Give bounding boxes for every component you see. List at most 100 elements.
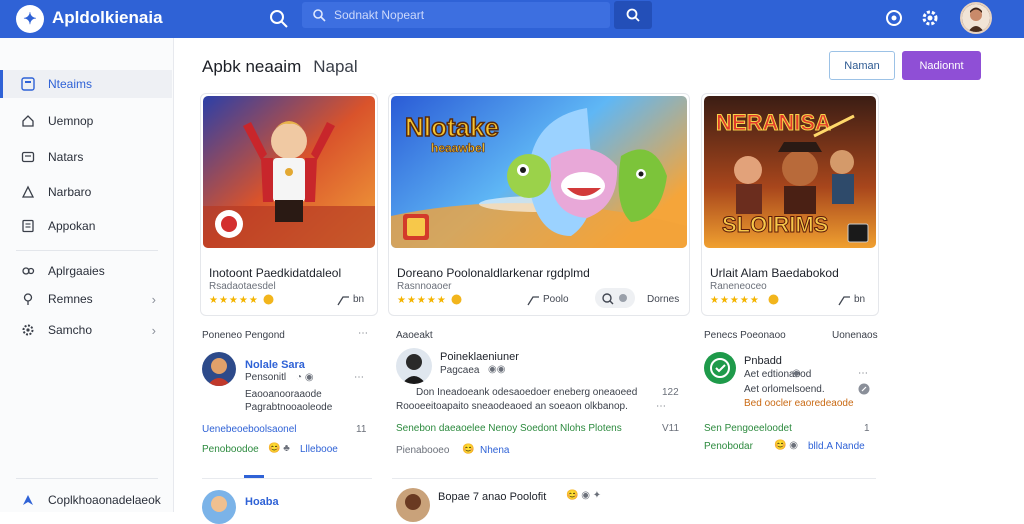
search-icon (602, 293, 627, 305)
search-icon[interactable] (268, 8, 290, 30)
search-button[interactable] (614, 1, 652, 29)
person-icon (20, 184, 36, 200)
feed-author-name[interactable]: Bopae 7 anao Poolofit (438, 491, 546, 503)
avatar[interactable] (202, 490, 236, 524)
feed-author-name[interactable]: Hoaba (245, 496, 279, 508)
feed-link[interactable]: Sen Pengoeeloodet (704, 423, 792, 434)
feed-tag[interactable]: blld.A Nande (808, 441, 865, 452)
avatar[interactable] (396, 348, 432, 384)
sidebar-item-narbaro[interactable]: Narbaro (0, 178, 172, 206)
info-icon[interactable] (858, 383, 870, 398)
feed-link[interactable]: Uenebeoeboolsaonel (202, 424, 297, 435)
sidebar-item-nteaims[interactable]: Nteaims (0, 70, 172, 98)
reaction-icons[interactable]: 😊 ◉ (774, 440, 798, 451)
reaction-icons[interactable]: 😊 ♣ (268, 443, 290, 454)
primary-button[interactable]: Nadionnt (902, 51, 981, 80)
share-icon[interactable] (337, 294, 350, 309)
more-options-icon[interactable]: ⋯ (858, 368, 868, 379)
game-banner-image[interactable] (203, 96, 375, 248)
feed-body-line: Eaooanooraaode (245, 389, 322, 400)
feed-body-line: Pagrabtnooaoleode (245, 402, 333, 413)
reaction-icons[interactable]: 😊 (462, 444, 474, 455)
feed-body-line: Bed oocler eaoredeaode (744, 398, 854, 409)
game-card[interactable]: Nlotake heaawbel Doreano Poolonaldlarken… (388, 93, 690, 316)
feed-tag[interactable]: Penobodar (704, 441, 753, 452)
banner-title-text: NERANISA (716, 110, 831, 135)
sidebar-item-remnes[interactable]: Remnes › (0, 285, 172, 313)
section-divider (202, 478, 372, 479)
sidebar-item-label: Narbaro (48, 185, 92, 199)
settings-icon[interactable] (918, 6, 942, 30)
search-input[interactable] (334, 8, 604, 22)
feed-count: V11 (662, 423, 680, 434)
feed-author-meta: Pagcaea (440, 365, 480, 376)
coin-icon (451, 294, 462, 308)
feed-author-meta: Pensonitl (245, 372, 287, 383)
feed-column-header: Penecs Poeonaoo (704, 330, 786, 341)
feed-link[interactable]: Senebon daeaoelee Nenoy Soedont Nlohs Pl… (396, 423, 622, 434)
game-banner-image[interactable]: Nlotake heaawbel (391, 96, 687, 248)
card-action[interactable]: bn (854, 294, 865, 305)
notification-icon[interactable] (882, 6, 906, 30)
reaction-icons[interactable]: 😊 ◉ ✦ (566, 490, 601, 501)
feed-tag[interactable]: Nhena (480, 445, 509, 456)
message-icon (20, 149, 36, 165)
top-bar: ✦ Apldolkienaia (0, 0, 1024, 38)
more-options-icon[interactable]: ⋯ (354, 372, 364, 383)
more-options-icon[interactable]: ⋯ (358, 328, 368, 339)
feed-count: 11 (356, 424, 367, 435)
emoji-icon: ◔ ◉ (296, 372, 314, 383)
card-action-secondary[interactable]: Dornes (647, 294, 679, 305)
search-pill-button[interactable] (595, 288, 635, 308)
card-action[interactable]: Poolo (543, 294, 569, 305)
chevron-right-icon: › (151, 291, 156, 307)
app-logo-icon[interactable]: ✦ (16, 5, 44, 33)
feed-tag[interactable]: Lllebooe (300, 444, 338, 455)
feed-author-name[interactable]: Poineklaeniuner (440, 351, 519, 363)
feed-author-name[interactable]: Pnbadd (744, 355, 782, 367)
search-icon (626, 8, 640, 22)
sidebar-item-label: Natars (48, 150, 84, 164)
rating-stars: ★★★★★ (209, 295, 259, 306)
card-subtitle: Raneneoceo (710, 281, 767, 292)
sidebar-item-samcho[interactable]: Samcho › (0, 316, 172, 344)
sidebar-item-label: Nteaims (48, 77, 93, 91)
sidebar-item-aplrgaaies[interactable]: Aplrgaaies (0, 257, 172, 285)
feed-tag[interactable]: Pienabooeo (396, 445, 449, 456)
card-subtitle: Rsadaotaesdel (209, 281, 276, 292)
banner-title-text: Nlotake (405, 112, 499, 142)
search-field[interactable] (302, 2, 610, 28)
feed-tag[interactable]: Penoboodoe (202, 444, 259, 455)
game-banner-image[interactable]: NERANISA SLOIRIMS (704, 96, 876, 248)
game-card[interactable]: NERANISA SLOIRIMS Urlait Alam Baedabokod… (701, 93, 879, 316)
sidebar-item-appokan[interactable]: Appokan (0, 212, 172, 240)
sidebar-item-uemnop[interactable]: Uemnop (0, 107, 172, 135)
gear-icon (20, 322, 36, 338)
game-card[interactable]: Inotoont Paedkidatdaleol Rsadaotaesdel ★… (200, 93, 378, 316)
rating-stars: ★★★★★ (710, 295, 760, 306)
share-icon[interactable] (527, 294, 540, 309)
coin-icon (768, 294, 779, 308)
avatar[interactable] (202, 352, 236, 386)
page-subtitle: Napal (313, 57, 358, 76)
document-icon (20, 218, 36, 234)
sidebar-item-label: Uemnop (48, 114, 94, 128)
card-title: Inotoont Paedkidatdaleol (209, 266, 342, 280)
user-avatar[interactable] (960, 2, 992, 34)
secondary-button[interactable]: Naman (829, 51, 895, 80)
logo-small-icon (20, 492, 36, 508)
sidebar: Nteaims Uemnop Natars Narbaro Appokan Ap… (0, 38, 174, 512)
more-options-icon[interactable]: ⋯ (656, 401, 666, 412)
banner-bottom-text: SLOIRIMS (722, 212, 828, 237)
feed-author-name[interactable]: Nolale Sara (245, 359, 305, 371)
app-logo-icon[interactable] (704, 352, 736, 384)
banner-subtitle-text: heaawbel (431, 141, 485, 155)
card-action[interactable]: bn (353, 294, 364, 305)
more-options-icon[interactable]: ◉◉ (488, 364, 505, 375)
share-icon[interactable] (838, 294, 851, 309)
sidebar-item-natars[interactable]: Natars (0, 143, 172, 171)
avatar[interactable] (396, 488, 430, 522)
sidebar-footer-item[interactable]: Coplkhoaonadelaeok (0, 486, 172, 514)
feed-count: 1 (864, 423, 870, 434)
search-small-icon (313, 9, 326, 22)
